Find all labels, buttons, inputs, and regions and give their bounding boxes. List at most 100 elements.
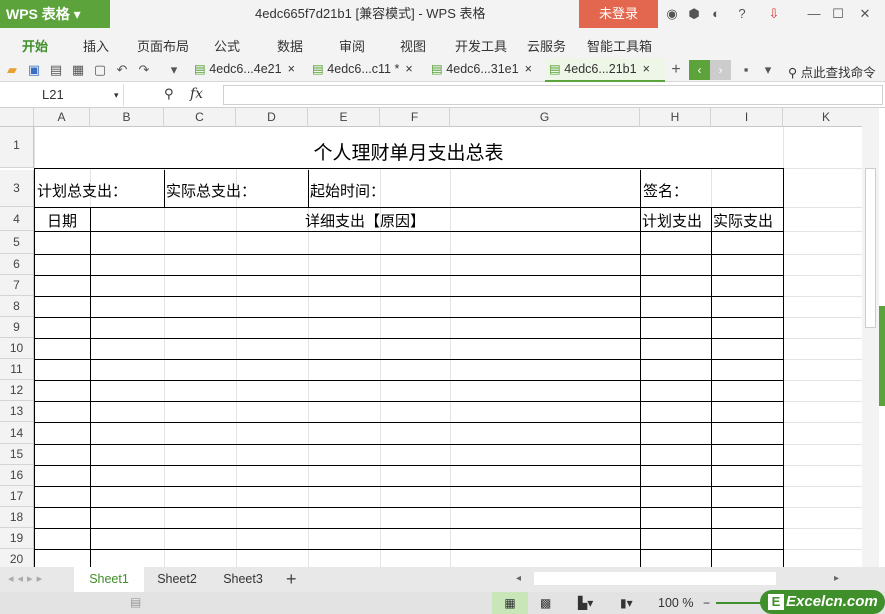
zoom-slider[interactable]	[716, 602, 766, 604]
column-header[interactable]: H	[640, 108, 711, 127]
sign-label[interactable]: 签名：	[643, 180, 688, 201]
download-icon[interactable]: ⇩	[766, 6, 782, 22]
reading-mode-icon[interactable]: ▮▾	[620, 596, 633, 610]
close-tab-icon[interactable]: ×	[525, 62, 532, 76]
formula-input[interactable]	[223, 85, 883, 105]
row-header[interactable]: 9	[0, 317, 34, 338]
pin-icon[interactable]: ▾	[760, 62, 776, 78]
menu-item[interactable]: 数据	[277, 36, 303, 55]
macro-icon[interactable]: ▤	[130, 595, 141, 609]
chevron-down-icon[interactable]: ▾	[114, 84, 119, 106]
redo-icon[interactable]: ↷	[136, 62, 152, 78]
column-header[interactable]: C	[164, 108, 236, 127]
actual-total-label[interactable]: 实际总支出：	[166, 180, 256, 201]
page-break-view-icon[interactable]: ▩	[540, 596, 551, 610]
document-tab[interactable]: ▤ 4edc6...21b1 ×	[545, 58, 665, 82]
row-header[interactable]: 1	[0, 127, 34, 168]
add-sheet-icon[interactable]: +	[286, 569, 297, 590]
row-header[interactable]: 13	[0, 401, 34, 422]
help-icon[interactable]: ?	[734, 6, 750, 22]
name-box[interactable]: L21 ▾	[0, 84, 124, 106]
menu-item[interactable]: 视图	[400, 36, 426, 55]
column-header[interactable]: A	[34, 108, 90, 127]
menu-item[interactable]: 页面布局	[137, 36, 189, 55]
zoom-formula-icon[interactable]: ⚲	[164, 86, 174, 102]
menu-item[interactable]: 公式	[214, 36, 240, 55]
detail-header[interactable]: 详细支出【原因】	[90, 210, 640, 231]
scroll-thumb[interactable]	[865, 168, 876, 328]
column-header[interactable]: E	[308, 108, 380, 127]
row-header[interactable]: 3	[0, 170, 34, 207]
document-tab[interactable]: ▤ 4edc6...31e1 ×	[427, 58, 545, 82]
row-header[interactable]: 19	[0, 528, 34, 549]
app-menu-button[interactable]: WPS 表格 ▾	[0, 0, 110, 28]
zoom-out-icon[interactable]: −	[703, 596, 710, 610]
spreadsheet-grid[interactable]: A B C D E F G H I K 1 3 4 5 6 7 8 9 10 11 12 13 14 15 16 17 18 19 20…	[0, 108, 862, 567]
fx-icon[interactable]: fx	[190, 86, 203, 102]
tab-prev-icon[interactable]: ‹	[689, 60, 710, 80]
close-icon[interactable]: ✕	[857, 6, 873, 22]
sheet-title[interactable]: 个人理财单月支出总表	[34, 138, 783, 165]
save-icon[interactable]: ▣	[26, 62, 42, 78]
row-header[interactable]: 4	[0, 207, 34, 231]
maximize-icon[interactable]: ☐	[830, 6, 846, 22]
minimize-icon[interactable]: —	[806, 6, 822, 22]
row-header[interactable]: 11	[0, 359, 34, 380]
actual-header[interactable]: 实际支出	[713, 210, 773, 231]
normal-view-icon[interactable]: ▦	[492, 592, 528, 614]
column-header[interactable]: K	[783, 108, 862, 127]
row-header[interactable]: 16	[0, 465, 34, 486]
row-header[interactable]: 17	[0, 486, 34, 507]
tab-next-icon[interactable]: ›	[710, 60, 731, 80]
row-header[interactable]: 6	[0, 254, 34, 275]
new-tab-icon[interactable]: +	[668, 62, 684, 78]
menu-item[interactable]: 云服务	[527, 36, 566, 55]
export-pdf-icon[interactable]: ▤	[48, 62, 64, 78]
column-header[interactable]: I	[711, 108, 783, 127]
row-header[interactable]: 7	[0, 275, 34, 296]
undo-icon[interactable]: ↶	[114, 62, 130, 78]
skin-icon[interactable]: ◉	[664, 6, 680, 22]
column-header[interactable]: D	[236, 108, 308, 127]
print-preview-icon[interactable]: ▢	[92, 62, 108, 78]
document-tab[interactable]: ▤ 4edc6...4e21 ×	[190, 58, 308, 82]
close-tab-icon[interactable]: ×	[288, 62, 295, 76]
plan-total-label[interactable]: 计划总支出：	[37, 180, 127, 201]
row-header[interactable]: 10	[0, 338, 34, 359]
menu-item[interactable]: 审阅	[339, 36, 365, 55]
sheet-tab[interactable]: Sheet1	[74, 567, 144, 592]
open-icon[interactable]: ▰	[4, 62, 20, 78]
row-header[interactable]: 12	[0, 380, 34, 401]
row-header[interactable]: 20	[0, 549, 34, 567]
row-header[interactable]: 18	[0, 507, 34, 528]
column-header[interactable]: G	[450, 108, 640, 127]
row-header[interactable]: 14	[0, 422, 34, 444]
close-tab-icon[interactable]: ×	[643, 62, 650, 76]
zoom-level[interactable]: 100 %	[658, 596, 693, 610]
menu-item[interactable]: 插入	[83, 36, 109, 55]
settings-icon[interactable]: ⬢	[686, 6, 702, 22]
plan-header[interactable]: 计划支出	[642, 210, 702, 231]
column-header[interactable]: F	[380, 108, 450, 127]
sheet-nav-icon[interactable]: ◂◂▸▸	[8, 572, 46, 585]
sheet-tab[interactable]: Sheet3	[210, 567, 276, 592]
scroll-right-icon[interactable]: ▸	[834, 573, 839, 584]
screen-icon[interactable]: ▪	[738, 62, 754, 78]
select-all-corner[interactable]	[0, 108, 34, 127]
horizontal-scrollbar[interactable]	[534, 572, 776, 585]
start-time-label[interactable]: 起始时间：	[310, 180, 385, 201]
document-tab[interactable]: ▤ 4edc6...c11 * ×	[308, 58, 426, 82]
sheet-tab[interactable]: Sheet2	[144, 567, 210, 592]
side-panel-toggle[interactable]	[879, 306, 885, 406]
command-search[interactable]: ⚲ 点此查找命令	[788, 62, 876, 81]
feedback-icon[interactable]: ◐	[708, 6, 724, 22]
vertical-scrollbar[interactable]	[862, 108, 879, 567]
scroll-left-icon[interactable]: ◂	[516, 573, 521, 584]
column-header[interactable]: B	[90, 108, 164, 127]
menu-item[interactable]: 智能工具箱	[587, 36, 652, 55]
row-header[interactable]: 15	[0, 444, 34, 465]
menu-item[interactable]: 开发工具	[455, 36, 507, 55]
row-header[interactable]: 8	[0, 296, 34, 317]
page-layout-icon[interactable]: ▙▾	[578, 596, 593, 610]
date-header[interactable]: 日期	[34, 210, 90, 231]
